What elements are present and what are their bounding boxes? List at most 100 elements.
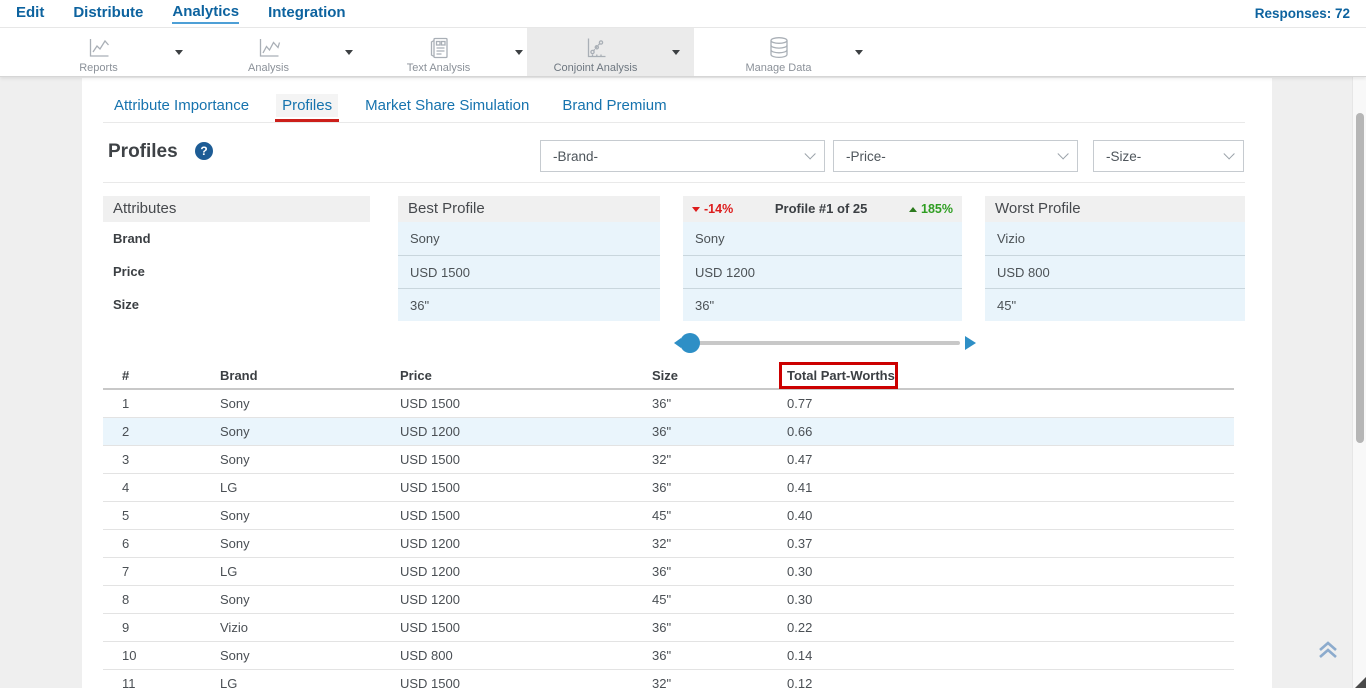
current-profile-column: -14% Profile #1 of 25 185% Sony USD 1200… xyxy=(683,196,962,321)
attribute-label-brand: Brand xyxy=(103,222,370,255)
table-row[interactable]: 6SonyUSD 120032"0.37 xyxy=(103,530,1234,558)
table-cell: Sony xyxy=(220,502,250,529)
content-card: Attribute Importance Profiles Market Sha… xyxy=(82,78,1272,688)
section-divider xyxy=(103,182,1245,183)
table-cell: 32" xyxy=(652,670,671,688)
table-cell: USD 1200 xyxy=(400,586,460,613)
tab-market-share-simulation[interactable]: Market Share Simulation xyxy=(359,94,535,117)
current-profile-brand: Sony xyxy=(683,222,962,255)
scroll-to-top-button[interactable] xyxy=(1316,639,1340,661)
table-row[interactable]: 3SonyUSD 150032"0.47 xyxy=(103,446,1234,474)
page-title: Profiles xyxy=(108,141,178,163)
slider-track[interactable] xyxy=(690,341,960,345)
table-cell: LG xyxy=(220,670,237,688)
table-cell: 0.22 xyxy=(787,614,812,641)
table-cell: Sony xyxy=(220,586,250,613)
tab-attribute-importance[interactable]: Attribute Importance xyxy=(108,94,255,117)
vertical-scrollbar[interactable] xyxy=(1352,77,1366,688)
nav-item-edit[interactable]: Edit xyxy=(16,4,44,23)
table-row[interactable]: 5SonyUSD 150045"0.40 xyxy=(103,502,1234,530)
chevron-down-icon[interactable] xyxy=(672,50,680,55)
table-row[interactable]: 8 Sony USD 1200 45" 0.30 xyxy=(103,586,1234,614)
toolbar-item-label: Text Analysis xyxy=(407,62,471,74)
table-row[interactable]: 1SonyUSD 150036"0.77 xyxy=(103,390,1234,418)
increase-value: 185% xyxy=(921,196,953,222)
current-profile-price: USD 1200 xyxy=(683,255,962,288)
table-cell: 1 xyxy=(122,390,129,417)
next-profile-arrow-icon[interactable] xyxy=(965,336,976,350)
table-cell: 0.77 xyxy=(787,390,812,417)
table-cell: USD 1500 xyxy=(400,614,460,641)
best-profile-price: USD 1500 xyxy=(398,255,660,288)
table-cell: 36" xyxy=(652,474,671,501)
table-cell: USD 1200 xyxy=(400,558,460,585)
table-cell: 8 xyxy=(122,586,129,613)
nav-item-integration[interactable]: Integration xyxy=(268,4,346,23)
table-row[interactable]: 10SonyUSD 80036"0.14 xyxy=(103,642,1234,670)
profile-slider[interactable] xyxy=(680,331,976,355)
price-dropdown-value: -Price- xyxy=(846,149,886,164)
table-cell: 45" xyxy=(652,586,671,613)
table-cell: LG xyxy=(220,558,237,585)
chevron-down-icon[interactable] xyxy=(175,50,183,55)
price-dropdown[interactable]: -Price- xyxy=(833,140,1078,172)
table-cell: 0.41 xyxy=(787,474,812,501)
attribute-label-price: Price xyxy=(103,255,370,288)
chevron-down-icon[interactable] xyxy=(515,50,523,55)
current-profile-size: 36" xyxy=(683,288,962,321)
table-cell: 0.66 xyxy=(787,418,812,445)
scrollbar-thumb[interactable] xyxy=(1356,113,1364,443)
toolbar-item-text-analysis[interactable]: Text Analysis xyxy=(370,28,537,76)
table-row[interactable]: 7LGUSD 120036"0.30 xyxy=(103,558,1234,586)
header-total-part-worths: Total Part-Worths xyxy=(787,362,895,389)
table-cell: 11 xyxy=(122,670,136,688)
attribute-label-size: Size xyxy=(103,288,370,321)
size-dropdown[interactable]: -Size- xyxy=(1093,140,1244,172)
brand-dropdown[interactable]: -Brand- xyxy=(540,140,825,172)
table-cell: Sony xyxy=(220,530,250,557)
toolbar-item-reports[interactable]: Reports xyxy=(30,28,197,76)
toolbar-item-manage-data[interactable]: Manage Data xyxy=(710,28,877,76)
toolbar-item-analysis[interactable]: Analysis xyxy=(200,28,367,76)
tab-profiles[interactable]: Profiles xyxy=(276,94,338,117)
table-cell: Sony xyxy=(220,418,250,445)
newspaper-icon xyxy=(426,35,452,61)
table-cell: 10 xyxy=(122,642,136,669)
responses-count[interactable]: Responses: 72 xyxy=(1255,6,1350,21)
table-cell: USD 1500 xyxy=(400,474,460,501)
chevron-down-icon[interactable] xyxy=(345,50,353,55)
line-chart-icon xyxy=(86,35,112,61)
table-cell: 36" xyxy=(652,614,671,641)
table-cell: Sony xyxy=(220,446,250,473)
chevron-down-icon xyxy=(1223,148,1234,159)
table-cell: 5 xyxy=(122,502,129,529)
table-cell: 3 xyxy=(122,446,129,473)
table-cell: 0.30 xyxy=(787,586,812,613)
table-cell: 36" xyxy=(652,558,671,585)
table-cell: 32" xyxy=(652,446,671,473)
toolbar-item-conjoint-analysis[interactable]: Conjoint Analysis xyxy=(527,28,694,76)
help-icon[interactable] xyxy=(195,142,213,160)
chevron-down-icon[interactable] xyxy=(855,50,863,55)
table-row[interactable]: 2SonyUSD 120036"0.66 xyxy=(103,418,1234,446)
table-cell: 6 xyxy=(122,530,129,557)
nav-item-distribute[interactable]: Distribute xyxy=(73,4,143,23)
scatter-chart-icon xyxy=(583,35,609,61)
slider-handle[interactable] xyxy=(680,333,700,353)
table-row[interactable]: 4LGUSD 150036"0.41 xyxy=(103,474,1234,502)
table-cell: Sony xyxy=(220,390,250,417)
tab-brand-premium[interactable]: Brand Premium xyxy=(556,94,672,117)
nav-item-analytics[interactable]: Analytics xyxy=(172,3,239,24)
current-profile-header: -14% Profile #1 of 25 185% xyxy=(683,196,962,222)
table-cell: Vizio xyxy=(220,614,248,641)
table-row[interactable]: 9VizioUSD 150036"0.22 xyxy=(103,614,1234,642)
table-cell: Sony xyxy=(220,642,250,669)
table-cell: 0.40 xyxy=(787,502,812,529)
table-row[interactable]: 11LGUSD 150032"0.12 xyxy=(103,670,1234,688)
triangle-down-icon xyxy=(692,207,700,212)
table-cell: 45" xyxy=(652,502,671,529)
trend-chart-icon xyxy=(256,35,282,61)
worst-profile-size: 45" xyxy=(985,288,1245,321)
table-cell: USD 1200 xyxy=(400,530,460,557)
best-profile-column: Best Profile Sony USD 1500 36" xyxy=(398,196,660,321)
